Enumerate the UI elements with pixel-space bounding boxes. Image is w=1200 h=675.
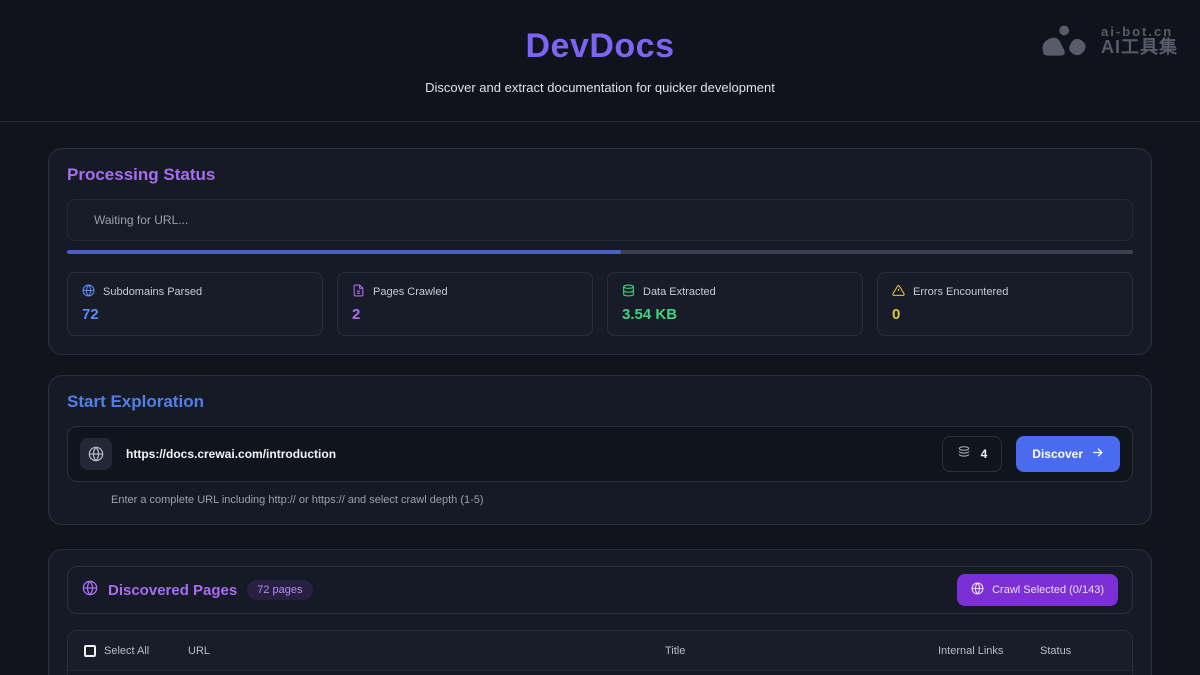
layers-icon bbox=[957, 445, 971, 464]
crawl-selected-label: Crawl Selected (0/143) bbox=[992, 584, 1104, 596]
arrow-right-icon bbox=[1091, 446, 1104, 462]
crawl-depth-selector[interactable]: 4 bbox=[942, 436, 1003, 472]
progress-fill bbox=[67, 250, 621, 254]
status-message-box: Waiting for URL... bbox=[67, 199, 1133, 241]
crawl-depth-value: 4 bbox=[981, 447, 988, 461]
stat-value: 0 bbox=[892, 306, 1118, 323]
url-input[interactable] bbox=[126, 447, 928, 461]
discovered-pages-card: Discovered Pages 72 pages Crawl Selected… bbox=[48, 549, 1152, 675]
status-message: Waiting for URL... bbox=[94, 213, 188, 227]
table-header-row: Select All URL Title Internal Links Stat… bbox=[68, 631, 1132, 671]
stat-pages-crawled: Pages Crawled 2 bbox=[337, 272, 593, 336]
url-helper-text: Enter a complete URL including http:// o… bbox=[111, 494, 1133, 506]
crawl-selected-button[interactable]: Crawl Selected (0/143) bbox=[957, 574, 1118, 606]
column-header-status: Status bbox=[1040, 645, 1116, 657]
select-all-checkbox[interactable] bbox=[84, 645, 96, 657]
processing-status-heading: Processing Status bbox=[67, 165, 1133, 185]
brand-logo-icon bbox=[1039, 24, 1091, 58]
select-all-label: Select All bbox=[104, 645, 149, 657]
globe-icon bbox=[82, 284, 95, 300]
stat-label: Data Extracted bbox=[643, 286, 716, 298]
column-header-url: URL bbox=[188, 645, 665, 657]
stats-grid: Subdomains Parsed 72 Pages Crawled 2 bbox=[67, 272, 1133, 336]
stat-subdomains-parsed: Subdomains Parsed 72 bbox=[67, 272, 323, 336]
discovered-pages-table: Select All URL Title Internal Links Stat… bbox=[67, 630, 1133, 675]
discovered-globe-icon bbox=[82, 580, 98, 601]
start-exploration-card: Start Exploration 4 Discover bbox=[48, 375, 1152, 525]
stat-errors-encountered: Errors Encountered 0 bbox=[877, 272, 1133, 336]
discovered-pages-title: Discovered Pages bbox=[108, 582, 237, 599]
crawl-globe-icon bbox=[971, 582, 984, 598]
app-subtitle: Discover and extract documentation for q… bbox=[425, 80, 775, 95]
stat-data-extracted: Data Extracted 3.54 KB bbox=[607, 272, 863, 336]
discovered-pages-header: Discovered Pages 72 pages Crawl Selected… bbox=[67, 566, 1133, 614]
pages-count-badge: 72 pages bbox=[247, 580, 312, 600]
stat-label: Subdomains Parsed bbox=[103, 286, 202, 298]
stat-value: 2 bbox=[352, 306, 578, 323]
brand-watermark: ai-bot.cn AI工具集 bbox=[1039, 24, 1178, 58]
url-input-row: 4 Discover bbox=[67, 426, 1133, 482]
discover-button-label: Discover bbox=[1032, 447, 1083, 461]
stat-label: Pages Crawled bbox=[373, 286, 448, 298]
column-header-title: Title bbox=[665, 645, 938, 657]
brand-name: AI工具集 bbox=[1101, 38, 1178, 57]
stat-value: 72 bbox=[82, 306, 308, 323]
stat-label: Errors Encountered bbox=[913, 286, 1008, 298]
column-header-internal-links: Internal Links bbox=[938, 645, 1040, 657]
processing-status-card: Processing Status Waiting for URL... Sub… bbox=[48, 148, 1152, 355]
url-globe-icon bbox=[80, 438, 112, 470]
start-exploration-heading: Start Exploration bbox=[67, 392, 1133, 412]
app-title: DevDocs bbox=[525, 27, 674, 66]
database-icon bbox=[622, 284, 635, 300]
warning-icon bbox=[892, 284, 905, 300]
discover-button[interactable]: Discover bbox=[1016, 436, 1120, 472]
progress-bar bbox=[67, 250, 1133, 254]
stat-value: 3.54 KB bbox=[622, 306, 848, 323]
app-header: DevDocs Discover and extract documentati… bbox=[0, 0, 1200, 122]
file-icon bbox=[352, 284, 365, 300]
